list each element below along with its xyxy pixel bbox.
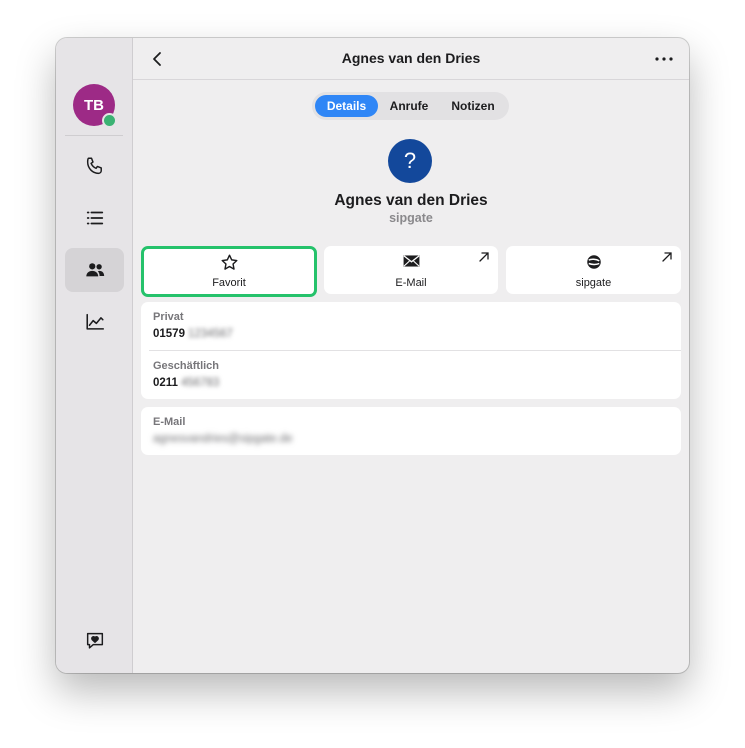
- email-field-label: E-Mail: [153, 416, 186, 428]
- envelope-icon: [403, 255, 419, 267]
- external-link-icon: [662, 252, 672, 262]
- sipgate-logo-icon: [586, 255, 601, 269]
- phone-private-label: Privat: [153, 311, 184, 323]
- phone-business-hidden: 456783: [180, 377, 220, 389]
- favorite-label: Favorit: [212, 277, 246, 289]
- email-field-value[interactable]: agnesvandries@sipgate.de: [153, 433, 293, 445]
- phone-numbers-card: Privat 01579 1234567 Geschäftlich 0211 456…: [141, 302, 681, 399]
- list-icon: [86, 211, 103, 225]
- sidebar-item-contacts[interactable]: [65, 248, 124, 292]
- more-button[interactable]: [653, 48, 675, 70]
- titlebar: Agnes van den Dries: [133, 38, 689, 80]
- ellipsis-icon: [655, 57, 673, 61]
- feedback-heart-icon: [86, 632, 103, 649]
- sidebar-item-phone[interactable]: [65, 144, 124, 188]
- chart-icon: [85, 313, 104, 330]
- feedback-button[interactable]: [65, 619, 124, 663]
- contact-avatar: ?: [388, 139, 432, 183]
- contacts-icon: [85, 263, 104, 277]
- sidebar-item-statistics[interactable]: [65, 300, 124, 344]
- sidebar: TB: [56, 38, 133, 673]
- phone-business-value[interactable]: 0211 456783: [153, 377, 219, 389]
- favorite-button[interactable]: Favorit: [141, 246, 317, 297]
- main-panel: Agnes van den Dries Details Anrufe Notiz…: [133, 38, 689, 673]
- sipgate-label: sipgate: [575, 277, 612, 289]
- row-divider: [149, 350, 681, 351]
- sipgate-button[interactable]: sipgate: [506, 246, 681, 294]
- contact-company: sipgate: [389, 211, 433, 225]
- tab-anrufe[interactable]: Anrufe: [378, 95, 440, 117]
- tab-details[interactable]: Details: [315, 95, 378, 117]
- phone-business-number: 0211: [153, 377, 178, 389]
- email-label: E-Mail: [395, 277, 427, 289]
- detail-tabs: Details Anrufe Notizen: [312, 92, 509, 120]
- window-title: Agnes van den Dries: [341, 50, 481, 66]
- phone-private-hidden: 1234567: [187, 328, 233, 340]
- phone-icon: [86, 157, 102, 175]
- phone-private-value[interactable]: 01579 1234567: [153, 328, 233, 340]
- star-icon: [221, 254, 237, 270]
- contact-name: Agnes van den Dries: [334, 192, 488, 209]
- app-window: TB Agnes van den Dries Details Anrufe No…: [56, 38, 689, 673]
- presence-indicator: [102, 113, 117, 128]
- tab-notizen[interactable]: Notizen: [440, 95, 506, 117]
- phone-private-number: 01579: [153, 328, 185, 340]
- sidebar-divider: [65, 135, 123, 136]
- external-link-icon: [479, 252, 489, 262]
- email-button[interactable]: E-Mail: [324, 246, 498, 294]
- phone-business-label: Geschäftlich: [153, 360, 220, 372]
- email-card: E-Mail agnesvandries@sipgate.de: [141, 407, 681, 455]
- sidebar-item-list[interactable]: [65, 196, 124, 240]
